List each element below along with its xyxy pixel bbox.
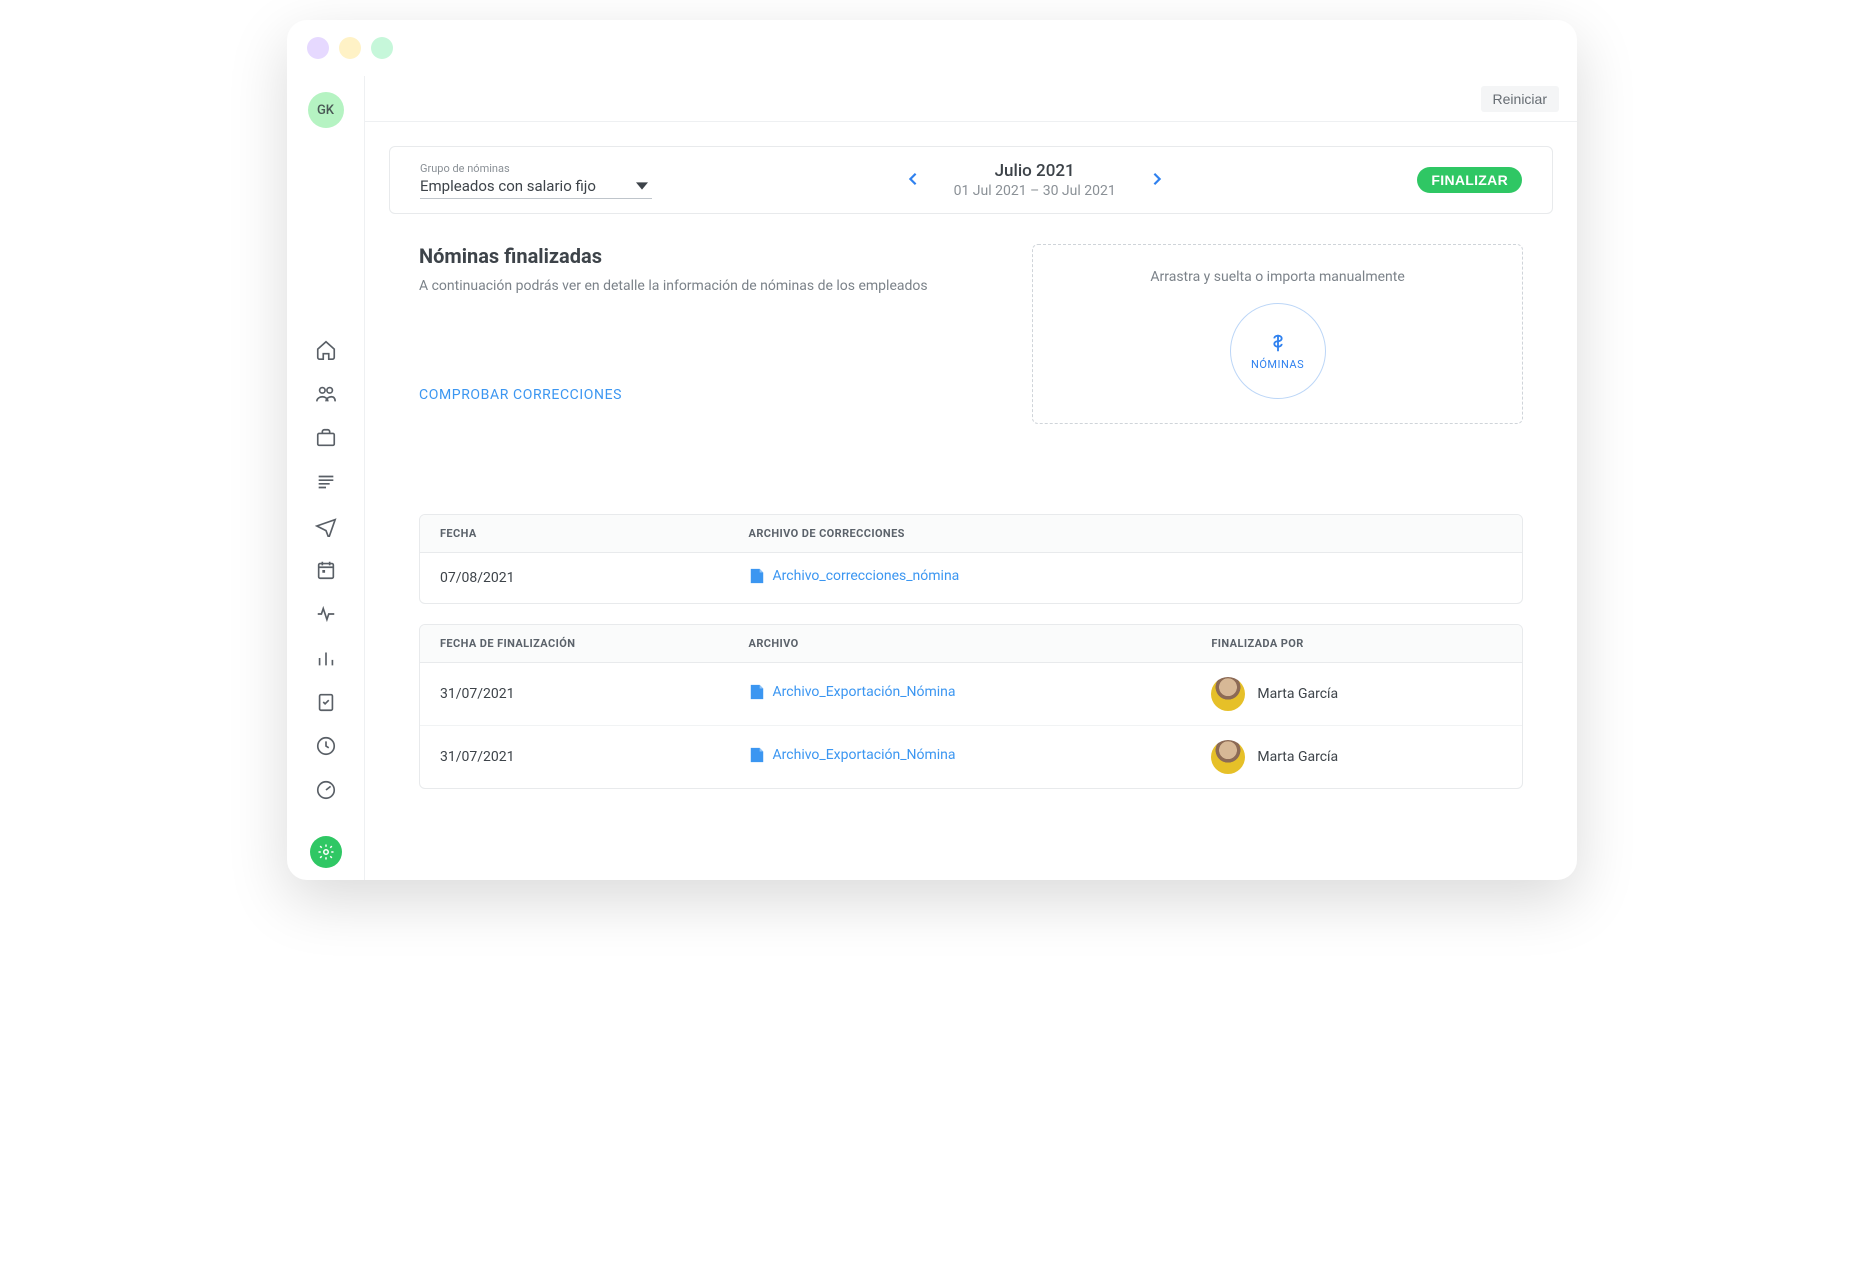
main-area: Reiniciar Grupo de nóminas Empleados con… — [365, 76, 1577, 880]
user-name: Marta García — [1257, 749, 1338, 765]
avatar[interactable]: GK — [308, 92, 344, 128]
dropzone-label: Arrastra y suelta o importa manualmente — [1057, 269, 1498, 285]
clock-icon[interactable] — [314, 734, 338, 758]
dollar-icon — [1267, 332, 1289, 354]
traffic-light-maximize[interactable] — [371, 37, 393, 59]
col-by: FINALIZADA POR — [1191, 625, 1522, 663]
dropzone-circle-label: NÓMINAS — [1251, 358, 1304, 371]
period-navigator: Julio 2021 01 Jul 2021 – 30 Jul 2021 — [902, 161, 1168, 199]
user-avatar — [1211, 740, 1245, 774]
traffic-light-minimize[interactable] — [339, 37, 361, 59]
period-card: Grupo de nóminas Empleados con salario f… — [389, 146, 1553, 214]
previous-period-button[interactable] — [902, 167, 924, 194]
airplane-icon[interactable] — [314, 514, 338, 538]
corrections-table: FECHA ARCHIVO DE CORRECCIONES 07/08/2021… — [419, 514, 1523, 604]
mac-topbar — [287, 20, 1577, 76]
file-link[interactable]: Archivo_Exportación_Nómina — [749, 683, 956, 701]
cell-date: 07/08/2021 — [420, 553, 729, 604]
file-link[interactable]: Archivo_Exportación_Nómina — [749, 746, 956, 764]
file-icon — [749, 567, 765, 585]
home-icon[interactable] — [314, 338, 338, 362]
chevron-down-icon — [636, 180, 648, 192]
finalize-button[interactable]: FINALIZAR — [1417, 167, 1522, 193]
table-row: 31/07/2021 Archivo_Exportación_Nómina Mart… — [420, 663, 1522, 726]
user-cell: Marta García — [1211, 740, 1502, 774]
dropzone-payroll-button[interactable]: NÓMINAS — [1230, 303, 1326, 399]
table-row: 07/08/2021 Archivo_correcciones_nómina — [420, 553, 1522, 604]
cell-date: 31/07/2021 — [420, 663, 729, 726]
group-value: Empleados con salario fijo — [420, 177, 596, 195]
restart-button[interactable]: Reiniciar — [1481, 86, 1559, 112]
file-icon — [749, 683, 765, 701]
list-icon[interactable] — [314, 470, 338, 494]
cell-date: 31/07/2021 — [420, 726, 729, 789]
gauge-icon[interactable] — [314, 778, 338, 802]
check-corrections-link[interactable]: COMPROBAR CORRECCIONES — [419, 387, 622, 403]
section-title: Nóminas finalizadas — [419, 244, 992, 268]
payroll-group-select[interactable]: Grupo de nóminas Empleados con salario f… — [420, 162, 652, 199]
col-finalized-date: FECHA DE FINALIZACIÓN — [420, 625, 729, 663]
section-subtitle: A continuación podrás ver en detalle la … — [419, 278, 992, 294]
next-period-button[interactable] — [1146, 167, 1168, 194]
dropzone[interactable]: Arrastra y suelta o importa manualmente … — [1032, 244, 1523, 424]
calendar-icon[interactable] — [314, 558, 338, 582]
col-file2: ARCHIVO — [729, 625, 1192, 663]
period-title: Julio 2021 — [954, 161, 1116, 181]
traffic-light-close[interactable] — [307, 37, 329, 59]
col-date: FECHA — [420, 515, 729, 553]
col-file: ARCHIVO DE CORRECCIONES — [729, 515, 1522, 553]
table-row: 31/07/2021 Archivo_Exportación_Nómina Mart… — [420, 726, 1522, 789]
file-link[interactable]: Archivo_correcciones_nómina — [749, 567, 960, 585]
gear-icon — [317, 843, 335, 861]
bar-chart-icon[interactable] — [314, 646, 338, 670]
group-label: Grupo de nóminas — [420, 162, 652, 175]
pulse-icon[interactable] — [314, 602, 338, 626]
avatar-initials: GK — [317, 103, 334, 118]
header-bar: Reiniciar — [365, 76, 1577, 122]
settings-button[interactable] — [310, 836, 342, 868]
app-window: GK Reiniciar — [287, 20, 1577, 880]
finalized-table: FECHA DE FINALIZACIÓN ARCHIVO FINALIZADA… — [419, 624, 1523, 789]
people-icon[interactable] — [314, 382, 338, 406]
checklist-icon[interactable] — [314, 690, 338, 714]
briefcase-icon[interactable] — [314, 426, 338, 450]
sidebar: GK — [287, 76, 365, 880]
user-cell: Marta García — [1211, 677, 1502, 711]
file-icon — [749, 746, 765, 764]
user-name: Marta García — [1257, 686, 1338, 702]
user-avatar — [1211, 677, 1245, 711]
period-range: 01 Jul 2021 – 30 Jul 2021 — [954, 183, 1116, 199]
